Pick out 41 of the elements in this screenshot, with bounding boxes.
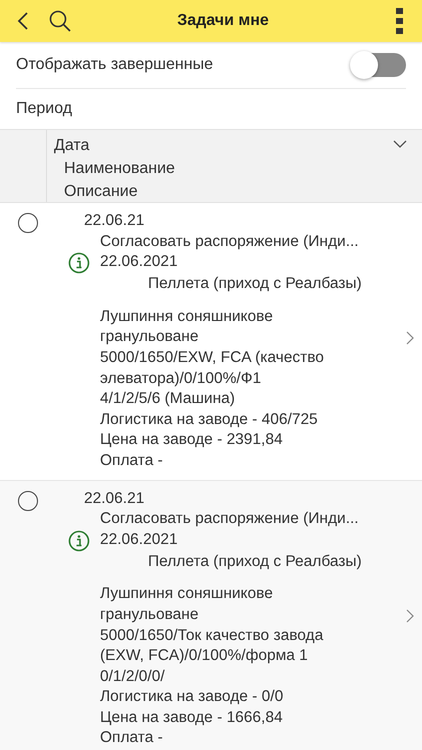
detail-line: Логистика на заводе - 0/0 xyxy=(100,687,284,708)
column-label[interactable]: Наименование xyxy=(64,157,175,180)
task-subject: Пеллета (приход с Реалбазы) xyxy=(148,552,362,572)
detail-line: Логистика на заводе - 406/725 xyxy=(100,410,318,430)
chevron-right-icon[interactable] xyxy=(406,608,414,623)
detail-line: гранульоване xyxy=(100,327,198,348)
task-title: Согласовать распоряжение (Инди... xyxy=(100,232,359,252)
setting-label: Отображать завершенные xyxy=(16,56,213,74)
task-subject: Пеллета (приход с Реалбазы) xyxy=(148,274,362,294)
column-label[interactable]: Дата xyxy=(54,134,90,157)
detail-line: Оплата - xyxy=(100,450,163,471)
task-created-date: 22.06.2021 xyxy=(100,530,178,550)
column-label[interactable]: Описание xyxy=(64,180,138,203)
task-title: Согласовать распоряжение (Инди... xyxy=(100,509,359,530)
detail-line: элеватора)/0/100%/Ф1 xyxy=(100,368,262,389)
radio-button[interactable] xyxy=(18,213,38,233)
detail-line: Цена на заводе - 1666,84 xyxy=(100,708,283,728)
detail-line: 0/1/2/0/0/ xyxy=(100,666,165,687)
chevron-down-icon[interactable] xyxy=(393,140,407,148)
task-created-date: 22.06.2021 xyxy=(100,252,178,272)
period-field[interactable]: Период xyxy=(16,100,72,118)
screen-title: Задачи мне xyxy=(176,12,270,30)
radio-button[interactable] xyxy=(18,490,38,511)
task-date: 22.06.21 xyxy=(84,488,144,509)
detail-line: 4/1/2/5/6 (Машина) xyxy=(100,389,235,410)
detail-line: (EXW, FCA)/0/100%/форма 1 xyxy=(100,646,308,666)
info-icon xyxy=(68,530,90,552)
info-icon xyxy=(68,252,90,274)
detail-line: Цена на заводе - 2391,84 xyxy=(100,430,283,450)
detail-line: Лушпиння соняшникове xyxy=(100,584,273,604)
detail-line: 5000/1650/EXW, FCA (качество xyxy=(100,348,324,368)
detail-line: Лушпиння соняшникове xyxy=(100,306,273,327)
task-card[interactable] xyxy=(0,480,422,750)
chevron-right-icon[interactable] xyxy=(406,331,414,345)
more-menu-icon[interactable] xyxy=(396,8,404,34)
search-icon[interactable] xyxy=(48,9,72,33)
task-date: 22.06.21 xyxy=(84,211,144,231)
detail-line: 5000/1650/Ток качество завода xyxy=(100,626,324,646)
back-icon[interactable] xyxy=(16,11,30,31)
detail-line: гранульоване xyxy=(100,604,198,625)
detail-line: Оплата - xyxy=(100,728,163,748)
